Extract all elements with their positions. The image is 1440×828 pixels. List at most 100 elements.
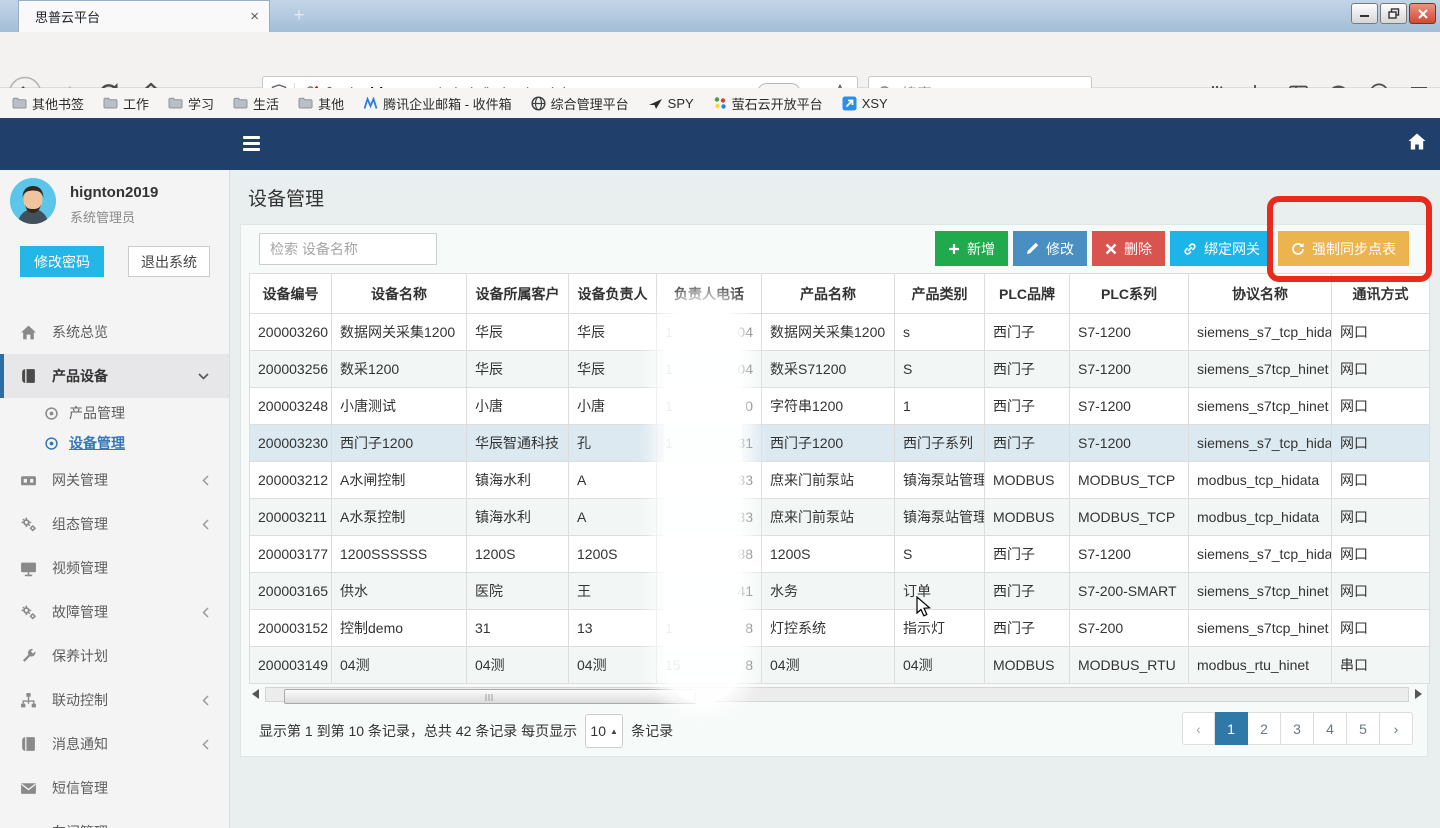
sidebar-item-maintenance-plan[interactable]: 保养计划: [0, 634, 229, 678]
col-product-type: 产品类别: [895, 274, 985, 314]
page-5[interactable]: 5: [1347, 712, 1380, 745]
arrow-square-icon: [842, 96, 857, 111]
sidebar-item-workshop-mgmt[interactable]: 车间管理: [0, 810, 229, 828]
scrollbar-thumb[interactable]: [284, 689, 696, 704]
browser-titlebar: 思普云平台 × +: [0, 0, 1440, 32]
window-close-button[interactable]: [1409, 3, 1436, 24]
bookmark-ezviz[interactable]: 萤石云开放平台: [713, 94, 823, 113]
bind-gateway-button[interactable]: 绑定网关: [1170, 231, 1273, 266]
sidebar-item-config-mgmt[interactable]: 组态管理: [0, 502, 229, 546]
table-row[interactable]: 200003152控制demo311318灯控系统指示灯西门子S7-200sie…: [250, 610, 1430, 647]
table-row[interactable]: 200003248小唐测试小唐小唐10字符串12001西门子S7-1200sie…: [250, 388, 1430, 425]
table-cell: 华辰: [467, 351, 569, 388]
logout-button[interactable]: 退出系统: [128, 246, 210, 277]
table-row[interactable]: 200003230西门子1200华辰智通科技孔131西门子1200西门子系列西门…: [250, 425, 1430, 462]
sidebar-item-fault-mgmt[interactable]: 故障管理: [0, 590, 229, 634]
bookmark-other[interactable]: 其他书签: [12, 94, 84, 113]
col-customer: 设备所属客户: [467, 274, 569, 314]
table-cell: MODBUS: [985, 647, 1070, 684]
table-cell: S7-1200: [1070, 425, 1189, 462]
table-cell: 200003211: [250, 499, 332, 536]
chevron-left-icon: [202, 519, 209, 530]
sidebar-item-gateway-mgmt[interactable]: 网关管理: [0, 458, 229, 502]
table-cell: 镇海泵站管理: [895, 499, 985, 536]
table-row[interactable]: 200003212A水闸控制镇海水利A33庶来门前泵站镇海泵站管理MODBUSM…: [250, 462, 1430, 499]
window-restore-button[interactable]: [1380, 3, 1407, 24]
page-3[interactable]: 3: [1281, 712, 1314, 745]
table-cell: 1200S: [569, 536, 657, 573]
table-cell: modbus_rtu_hinet: [1189, 647, 1332, 684]
table-cell: S7-1200: [1070, 536, 1189, 573]
sidebar-item-sms-mgmt[interactable]: 短信管理: [0, 766, 229, 810]
edit-button[interactable]: 修改: [1013, 231, 1087, 266]
wrench-icon: [20, 648, 37, 665]
table-row[interactable]: 2000031771200SSSSSS1200S1200S881200SS西门子…: [250, 536, 1430, 573]
scrollbar-track[interactable]: [265, 687, 1409, 702]
page-1[interactable]: 1: [1215, 712, 1248, 745]
gears-icon: [20, 516, 37, 533]
scroll-right-icon[interactable]: [1415, 689, 1422, 699]
page-prev[interactable]: ‹: [1182, 712, 1215, 745]
table-cell: 西门子: [985, 351, 1070, 388]
table-cell: 200003256: [250, 351, 332, 388]
main-content: 设备管理 新增 修改 删除 绑定网关: [230, 170, 1440, 828]
col-device-id: 设备编号: [250, 274, 332, 314]
bookmark-spy[interactable]: SPY: [648, 96, 694, 111]
table-cell: 04测: [895, 647, 985, 684]
scroll-left-icon[interactable]: [252, 689, 259, 699]
horizontal-scrollbar[interactable]: [249, 686, 1425, 703]
table-cell: 网口: [1332, 536, 1430, 573]
page-2[interactable]: 2: [1248, 712, 1281, 745]
bookmark-mgmt-platform[interactable]: 综合管理平台: [531, 94, 629, 113]
table-row[interactable]: 200003260数据网关采集1200华辰华辰104数据网关采集1200s西门子…: [250, 314, 1430, 351]
sidebar-item-message-notify[interactable]: 消息通知: [0, 722, 229, 766]
page-next[interactable]: ›: [1380, 712, 1413, 745]
table-cell: 200003152: [250, 610, 332, 647]
device-table: 设备编号 设备名称 设备所属客户 设备负责人 负责人电话 产品名称 产品类别 P…: [249, 273, 1430, 684]
window-minimize-button[interactable]: [1351, 3, 1378, 24]
bookmark-work[interactable]: 工作: [103, 94, 149, 113]
bookmark-life[interactable]: 生活: [233, 94, 279, 113]
add-button[interactable]: 新增: [935, 231, 1008, 266]
bookmark-tencent-mail[interactable]: 腾讯企业邮箱 - 收件箱: [363, 94, 512, 113]
table-row[interactable]: 200003211A水泵控制镇海水利A33庶来门前泵站镇海泵站管理MODBUSM…: [250, 499, 1430, 536]
app-home-icon[interactable]: [1408, 133, 1426, 150]
table-cell: siemens_s7_tcp_hidata: [1189, 536, 1332, 573]
table-cell: S7-1200: [1070, 314, 1189, 351]
table-cell: 西门子: [985, 425, 1070, 462]
page-size-select[interactable]: 10 ▲: [585, 714, 623, 748]
close-icon: [1418, 9, 1428, 19]
page-4[interactable]: 4: [1314, 712, 1347, 745]
table-cell: 1200SSSSSS: [332, 536, 467, 573]
bookmark-xsy[interactable]: XSY: [842, 96, 888, 111]
sidebar-item-video-mgmt[interactable]: 视频管理: [0, 546, 229, 590]
table-row[interactable]: 200003256数采1200华辰华辰104数采S71200S西门子S7-120…: [250, 351, 1430, 388]
table-cell: S7-200-SMART: [1070, 573, 1189, 610]
circle-dot-icon: [44, 436, 59, 451]
sidebar-item-device-mgmt[interactable]: 设备管理: [0, 428, 229, 458]
browser-tab[interactable]: 思普云平台 ×: [18, 0, 270, 32]
home-icon: [20, 324, 37, 341]
bookmark-misc[interactable]: 其他: [298, 94, 344, 113]
tab-close-icon[interactable]: ×: [250, 8, 259, 25]
sidebar-item-linkage-control[interactable]: 联动控制: [0, 678, 229, 722]
table-row[interactable]: 20000314904测04测04测15804测04测MODBUSMODBUS_…: [250, 647, 1430, 684]
new-tab-button[interactable]: +: [286, 4, 312, 28]
sidebar-item-product-device[interactable]: 产品设备: [0, 354, 229, 398]
sidebar-item-product-mgmt[interactable]: 产品管理: [0, 398, 229, 428]
restore-icon: [1388, 8, 1400, 19]
bookmark-study[interactable]: 学习: [168, 94, 214, 113]
dart-icon: [648, 97, 663, 110]
change-password-button[interactable]: 修改密码: [20, 246, 104, 277]
sidebar-collapse-button[interactable]: [243, 136, 260, 151]
table-row[interactable]: 200003165供水医院王41水务订单西门子S7-200-SMARTsieme…: [250, 573, 1430, 610]
table-cell: 04测: [569, 647, 657, 684]
plus-icon: [948, 243, 960, 255]
device-search-input[interactable]: [259, 233, 437, 265]
delete-button[interactable]: 删除: [1092, 231, 1165, 266]
table-cell: siemens_s7_tcp_hidata: [1189, 314, 1332, 351]
table-cell: 网口: [1332, 573, 1430, 610]
table-cell: S: [895, 536, 985, 573]
table-cell: S7-200: [1070, 610, 1189, 647]
sidebar-item-overview[interactable]: 系统总览: [0, 310, 229, 354]
